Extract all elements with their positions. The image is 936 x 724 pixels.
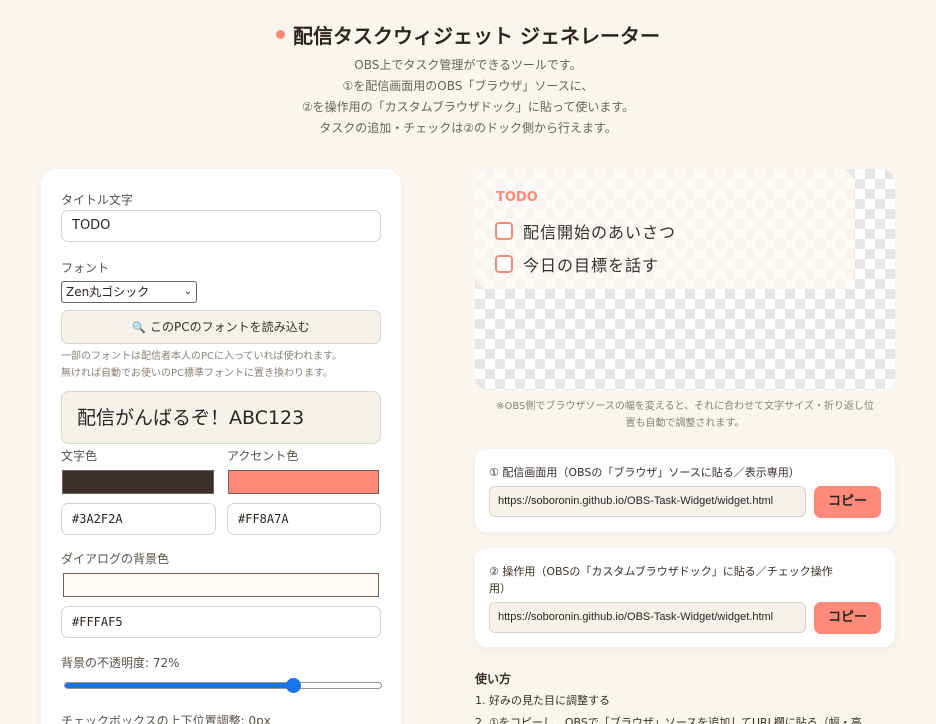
task-item[interactable]: 配信開始のあいさつ (495, 219, 676, 243)
description-line: タスクの追加・チェックは②のドック側から行えます。 (319, 121, 617, 135)
control-url-input[interactable]: https://soboronin.github.io/OBS-Task-Wid… (489, 602, 806, 633)
checkbox-offset-label: チェックボックスの上下位置調整: 0px (61, 714, 271, 724)
text-color-label: 文字色 (61, 449, 98, 463)
preview-note: ※OBS側でブラウザソースの幅を変えると、それに合わせて文字サイズ・折り返し位 … (475, 398, 895, 432)
task-label: 今日の目標を話す (523, 256, 660, 275)
font-preview: 配信がんばるぞ！ABC123 (61, 391, 381, 444)
control-url-label-line: 用） (489, 582, 511, 595)
chevron-down-icon: ⌄ (183, 286, 192, 297)
task-item[interactable]: 今日の目標を話す (495, 252, 659, 276)
accent-color-swatch[interactable] (228, 470, 379, 494)
font-note: 一部のフォントは配信者本人のPCに入っていれば使われます。 無ければ自動でお使い… (61, 348, 342, 382)
title-dot-icon (276, 30, 286, 39)
preview-note-line: 置も自動で調整されます。 (625, 418, 745, 429)
task-label: 配信開始のあいさつ (523, 223, 677, 242)
title-text-input[interactable]: TODO (61, 210, 381, 242)
page-description: OBS上でタスク管理ができるツールです。 ①を配信画面用のOBS「ブラウザ」ソー… (0, 55, 936, 139)
opacity-label: 背景の不透明度: 72% (61, 656, 180, 670)
widget-title: TODO (496, 190, 538, 205)
accent-color-label: アクセント色 (227, 449, 299, 463)
accent-color-input[interactable]: #FF8A7A (227, 503, 381, 535)
opacity-slider-thumb[interactable] (285, 678, 301, 693)
font-label: フォント (61, 261, 110, 275)
description-line: ②を操作用の「カスタムブラウザドック」に貼って使います。 (301, 100, 635, 114)
usage-step: 2. ①をコピーし、OBSで「ブラウザ」ソースを追加してURL欄に貼る（幅・高 (475, 716, 862, 724)
dialog-bg-input[interactable]: #FFFAF5 (61, 606, 381, 638)
load-font-button[interactable]: 🔍 このPCのフォントを読み込む (61, 310, 381, 344)
control-url-label-line: ② 操作用（OBSの「カスタムブラウザドック」に貼る／チェック操作 (489, 565, 833, 578)
usage-step: 1. 好みの見た目に調整する (475, 694, 610, 707)
text-color-swatch[interactable] (62, 470, 214, 494)
preview-note-line: ※OBS側でブラウザソースの幅を変えると、それに合わせて文字サイズ・折り返し位 (496, 401, 874, 412)
usage-title: 使い方 (475, 672, 512, 686)
description-line: ①を配信画面用のOBS「ブラウザ」ソースに、 (342, 79, 594, 93)
title-text-label: タイトル文字 (61, 193, 134, 207)
dialog-bg-label: ダイアログの背景色 (61, 552, 170, 566)
display-url-label: ① 配信画面用（OBSの「ブラウザ」ソースに貼る／表示専用） (489, 466, 800, 479)
font-select-value: Zen丸ゴシック (66, 285, 150, 299)
page-title: 配信タスクウィジェット ジェネレーター (293, 24, 660, 48)
display-url-card: ① 配信画面用（OBSの「ブラウザ」ソースに貼る／表示専用） https://s… (475, 449, 895, 532)
control-url-copy-button[interactable]: コピー (814, 602, 881, 634)
font-note-line: 一部のフォントは配信者本人のPCに入っていれば使われます。 (61, 351, 343, 362)
control-url-label: ② 操作用（OBSの「カスタムブラウザドック」に貼る／チェック操作 用） (489, 563, 869, 597)
display-url-input[interactable]: https://soboronin.github.io/OBS-Task-Wid… (489, 486, 806, 517)
control-url-card: ② 操作用（OBSの「カスタムブラウザドック」に貼る／チェック操作 用） htt… (475, 548, 895, 647)
font-note-line: 無ければ自動でお使いのPC標準フォントに置き換わります。 (61, 368, 334, 379)
magnifier-icon: 🔍 (132, 321, 147, 334)
opacity-slider[interactable] (64, 678, 382, 693)
checkbox-icon[interactable] (495, 222, 513, 240)
text-color-input[interactable]: #3A2F2A (61, 503, 216, 535)
dialog-bg-swatch[interactable] (63, 573, 379, 597)
widget-preview: TODO 配信開始のあいさつ 今日の目標を話す (475, 169, 854, 289)
description-line: OBS上でタスク管理ができるツールです。 (354, 58, 582, 72)
opacity-slider-fill (65, 683, 293, 688)
display-url-copy-button[interactable]: コピー (814, 486, 881, 518)
checkbox-icon[interactable] (495, 255, 513, 273)
settings-panel: タイトル文字 TODO フォント Zen丸ゴシック ⌄ 🔍 このPCのフォントを… (41, 169, 401, 724)
font-select[interactable]: Zen丸ゴシック ⌄ (61, 281, 197, 303)
load-font-button-label: このPCのフォントを読み込む (149, 320, 310, 334)
page-header: 配信タスクウィジェット ジェネレーター OBS上でタスク管理ができるツールです。… (0, 20, 936, 139)
